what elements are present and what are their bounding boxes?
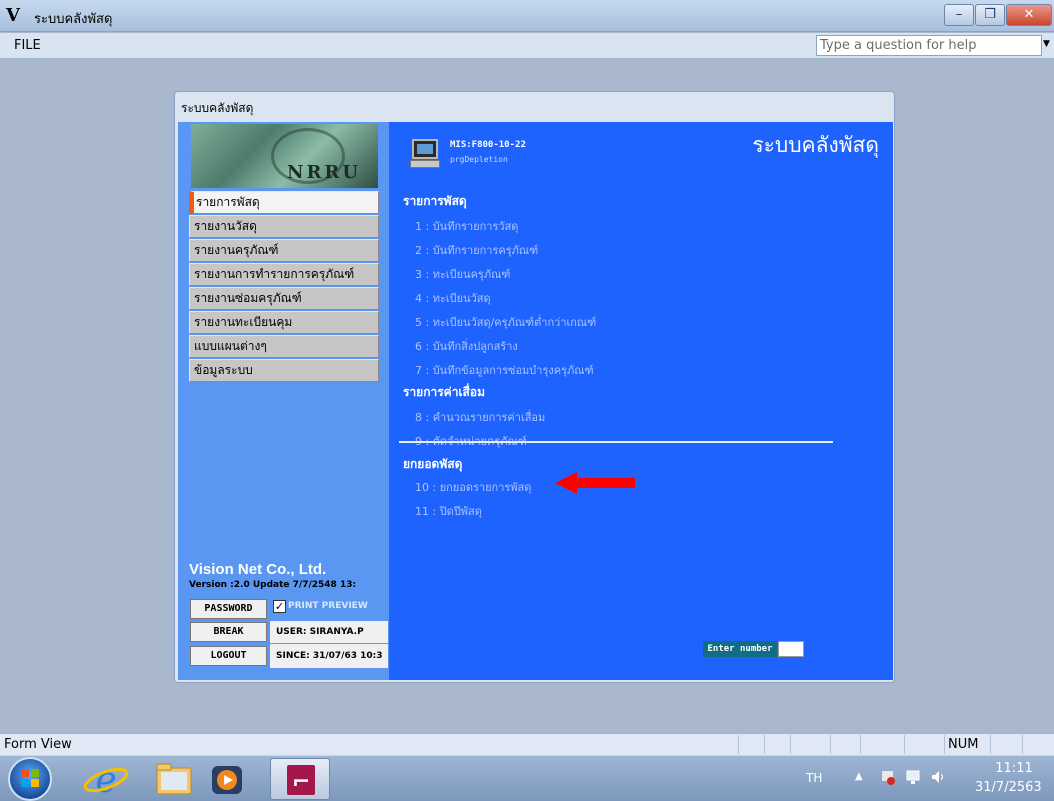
status-cell	[764, 735, 765, 754]
window-title: ระบบคลังพัสดุ	[34, 12, 113, 27]
status-cell	[830, 735, 831, 754]
status-cell	[904, 735, 905, 754]
section-title-carry-forward: ยกยอดพัสดุ	[403, 457, 463, 471]
language-indicator[interactable]: TH	[806, 771, 822, 785]
menu-item-8[interactable]: 8 : คำนวณรายการค่าเสื่อม	[415, 408, 545, 426]
nav-item-material-report[interactable]: รายงานวัสดุ	[189, 215, 379, 238]
menu-item-11[interactable]: 11 : ปิดปีพัสดุ	[415, 502, 482, 520]
status-cell	[738, 735, 739, 754]
start-button[interactable]	[8, 757, 52, 801]
menu-item-1[interactable]: 1 : บันทึกรายการวัสดุ	[415, 217, 518, 235]
logout-button[interactable]: LOGOUT	[190, 646, 267, 666]
status-bar: Form View NUM	[0, 733, 1054, 755]
user-label: USER: SIRANYA.P	[270, 621, 388, 643]
print-preview-checkbox[interactable]: ✓	[273, 600, 286, 613]
menu-item-10[interactable]: 10 : ยกยอดรายการพัสดุ	[415, 478, 531, 496]
volume-icon[interactable]	[930, 769, 946, 785]
title-bar: V ระบบคลังพัสดุ – ❐ ✕	[0, 0, 1054, 32]
nav-item-equipment-report[interactable]: รายงานครุภัณฑ์	[189, 239, 379, 262]
nav-item-equipment-transactions[interactable]: รายงานการทำรายการครุภัณฑ์	[189, 263, 379, 286]
file-explorer-taskbar-icon[interactable]	[149, 758, 209, 800]
minimize-button[interactable]: –	[944, 4, 974, 26]
menu-item-6[interactable]: 6 : บันทึกสิ่งปลูกสร้าง	[415, 337, 518, 355]
menu-bar: FILE Type a question for help ▼	[0, 33, 1054, 59]
red-arrow-indicator	[555, 472, 635, 494]
print-preview-label: PRINT PREVIEW	[288, 601, 368, 611]
maximize-button[interactable]: ❐	[975, 4, 1005, 26]
nav-item-register-report[interactable]: รายงานทะเบียนคุม	[189, 311, 379, 334]
computer-icon	[410, 137, 440, 169]
menu-item-4[interactable]: 4 : ทะเบียนวัสดุ	[415, 289, 491, 307]
nav-item-forms[interactable]: แบบแผนต่างๆ	[189, 335, 379, 358]
status-text: Form View	[4, 737, 72, 752]
network-icon[interactable]	[905, 769, 921, 785]
section-title-supplies: รายการพัสดุ	[403, 194, 467, 208]
num-lock-indicator: NUM	[948, 737, 979, 752]
left-panel: NRRU รายการพัสดุ รายงานวัสดุ รายงานครุภั…	[178, 122, 389, 680]
windows-logo-icon	[21, 769, 39, 787]
svg-text:e: e	[95, 760, 116, 800]
section-divider	[399, 441, 833, 443]
show-hidden-icons[interactable]: ▲	[855, 771, 863, 782]
enter-number-label: Enter number	[703, 641, 777, 657]
menu-item-3[interactable]: 3 : ทะเบียนครุภัณฑ์	[415, 265, 510, 283]
media-player-taskbar-icon[interactable]	[202, 758, 262, 800]
help-dropdown-icon[interactable]: ▼	[1043, 39, 1054, 51]
company-name: Vision Net Co., Ltd.	[189, 561, 327, 578]
enter-number-input[interactable]	[778, 641, 804, 657]
app-icon: V	[6, 5, 20, 26]
nav-item-supplies[interactable]: รายการพัสดุ	[189, 191, 379, 214]
menu-item-7[interactable]: 7 : บันทึกข้อมูลการซ่อมบำรุงครุภัณฑ์	[415, 361, 594, 379]
form-window: ระบบคลังพัสดุ NRRU รายการพัสดุ รายงานวัส…	[174, 91, 895, 683]
version-text: Version :2.0 Update 7/7/2548 13:	[189, 580, 357, 590]
clock-time[interactable]: 11:11	[990, 761, 1038, 776]
main-title: ระบบคลังพัสดุ	[752, 133, 879, 157]
main-menu-panel: MIS:F800-10-22 prgDepletion ระบบคลังพัสด…	[389, 122, 893, 680]
taskbar: e ⌐ TH ▲ 11:11 31/7/2563	[0, 755, 1054, 801]
section-title-depreciation: รายการค่าเสื่อม	[403, 385, 485, 399]
access-taskbar-icon[interactable]: ⌐	[270, 758, 330, 800]
nav-item-system-info[interactable]: ข้อมูลระบบ	[189, 359, 379, 382]
clock-date[interactable]: 31/7/2563	[975, 780, 1042, 795]
logo-text: NRRU	[287, 162, 362, 183]
menu-item-2[interactable]: 2 : บันทึกรายการครุภัณฑ์	[415, 241, 538, 259]
flag-icon[interactable]	[880, 769, 896, 785]
status-cell	[1022, 735, 1023, 754]
password-button[interactable]: PASSWORD	[190, 599, 267, 619]
svg-text:⌐: ⌐	[292, 770, 310, 795]
status-cell	[990, 735, 991, 754]
status-cell	[860, 735, 861, 754]
status-cell	[790, 735, 791, 754]
internet-explorer-taskbar-icon[interactable]: e	[76, 758, 136, 801]
since-label: SINCE: 31/07/63 10:3	[270, 644, 388, 668]
program-code: MIS:F800-10-22	[450, 140, 526, 150]
program-name: prgDepletion	[450, 155, 508, 164]
form-title: ระบบคลังพัสดุ	[181, 101, 254, 115]
nrru-logo: NRRU	[191, 124, 378, 188]
break-button[interactable]: BREAK	[190, 622, 267, 642]
nav-list: รายการพัสดุ รายงานวัสดุ รายงานครุภัณฑ์ ร…	[189, 191, 379, 383]
help-search-input[interactable]: Type a question for help	[816, 35, 1042, 56]
status-cell	[944, 735, 945, 754]
menu-item-5[interactable]: 5 : ทะเบียนวัสดุ/ครุภัณฑ์ต่ำกว่าเกณฑ์	[415, 313, 596, 331]
nav-item-repair-report[interactable]: รายงานซ่อมครุภัณฑ์	[189, 287, 379, 310]
close-button[interactable]: ✕	[1006, 4, 1052, 26]
menu-file[interactable]: FILE	[14, 38, 41, 53]
